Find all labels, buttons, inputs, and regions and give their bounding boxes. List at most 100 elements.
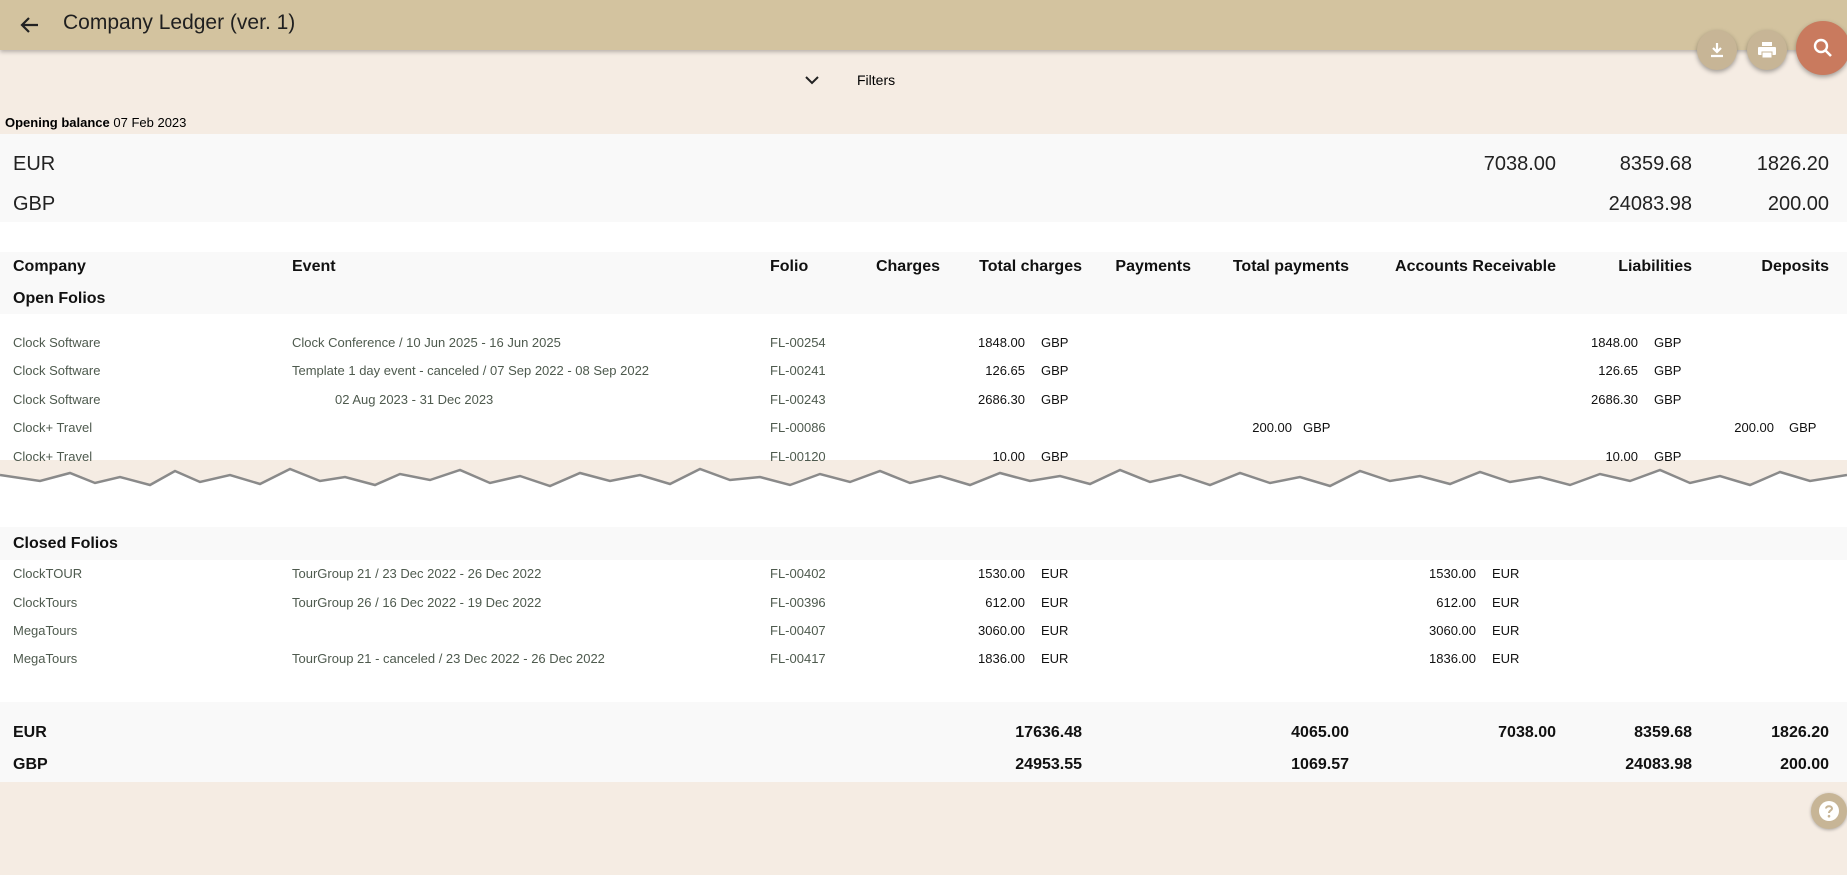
download-button[interactable] [1697, 30, 1737, 70]
row-ar: 1530.00 [1429, 566, 1476, 581]
open-folios-body [0, 314, 1847, 460]
row-currency: GBP [1789, 420, 1817, 435]
row-liabilities: 2686.30 [1591, 392, 1638, 407]
row-folio[interactable]: FL-00241 [770, 363, 826, 378]
row-event[interactable]: TourGroup 26 / 16 Dec 2022 - 19 Dec 2022 [292, 595, 541, 610]
row-event[interactable]: TourGroup 21 - canceled / 23 Dec 2022 - … [292, 651, 605, 666]
row-currency: GBP [1303, 420, 1331, 435]
arrow-left-icon [20, 17, 38, 33]
torn-edge-divider [0, 467, 1847, 535]
row-company[interactable]: ClockTours [13, 595, 77, 610]
totals-total-payments: 1069.57 [1291, 756, 1349, 773]
row-currency: EUR [1041, 595, 1069, 610]
print-button[interactable] [1747, 30, 1787, 70]
row-folio[interactable]: FL-00417 [770, 651, 826, 666]
totals-total-charges: 17636.48 [1015, 724, 1082, 741]
opening-balance: Opening balance 07 Feb 2023 [5, 115, 186, 130]
row-deposits: 200.00 [1734, 420, 1774, 435]
row-company[interactable]: MegaTours [13, 651, 77, 666]
row-liabilities: 1848.00 [1591, 335, 1638, 350]
summary-currency: EUR [13, 153, 56, 175]
row-ar: 612.00 [1436, 595, 1476, 610]
opening-balance-label: Opening balance [5, 115, 110, 130]
spacer [0, 222, 1847, 255]
closed-folios-body [0, 560, 1847, 702]
row-folio[interactable]: FL-00254 [770, 335, 826, 350]
totals-band [0, 702, 1847, 782]
row-total-charges: 126.65 [985, 363, 1025, 378]
totals-total-charges: 24953.55 [1015, 756, 1082, 773]
row-folio[interactable]: FL-00402 [770, 566, 826, 581]
row-event[interactable]: Clock Conference / 10 Jun 2025 - 16 Jun … [292, 335, 561, 350]
search-button[interactable] [1796, 21, 1847, 75]
row-currency: EUR [1492, 651, 1520, 666]
row-ar: 3060.00 [1429, 623, 1476, 638]
totals-liabilities: 8359.68 [1634, 724, 1692, 741]
row-currency: EUR [1492, 623, 1520, 638]
open-folios-title: Open Folios [13, 290, 106, 307]
totals-currency: EUR [13, 724, 47, 741]
row-company[interactable]: Clock Software [13, 392, 100, 407]
help-button[interactable] [1811, 793, 1847, 829]
row-company[interactable]: Clock Software [13, 363, 100, 378]
row-currency: GBP [1041, 335, 1069, 350]
row-folio[interactable]: FL-00243 [770, 392, 826, 407]
summary-deposits: 1826.20 [1756, 153, 1829, 175]
row-event[interactable]: TourGroup 21 / 23 Dec 2022 - 26 Dec 2022 [292, 566, 541, 581]
row-folio[interactable]: FL-00396 [770, 595, 826, 610]
row-company[interactable]: MegaTours [13, 623, 77, 638]
row-currency: GBP [1041, 363, 1069, 378]
back-button[interactable] [16, 12, 44, 38]
row-currency: EUR [1492, 566, 1520, 581]
row-total-charges: 612.00 [985, 595, 1025, 610]
row-folio[interactable]: FL-00086 [770, 420, 826, 435]
totals-deposits: 200.00 [1780, 756, 1829, 773]
row-company[interactable]: ClockTOUR [13, 566, 82, 581]
row-currency: EUR [1041, 566, 1069, 581]
row-event[interactable]: 02 Aug 2023 - 31 Dec 2023 [335, 392, 493, 407]
row-folio[interactable]: FL-00407 [770, 623, 826, 638]
summary-liabilities: 24083.98 [1608, 193, 1692, 215]
row-currency: GBP [1654, 363, 1682, 378]
row-company[interactable]: Clock Software [13, 335, 100, 350]
row-total-charges: 1848.00 [978, 335, 1025, 350]
totals-total-payments: 4065.00 [1291, 724, 1349, 741]
col-total-charges[interactable]: Total charges [979, 258, 1082, 276]
col-folio[interactable]: Folio [770, 258, 808, 276]
row-total-payments: 200.00 [1252, 420, 1292, 435]
row-ar: 1836.00 [1429, 651, 1476, 666]
row-currency: GBP [1041, 392, 1069, 407]
row-event[interactable]: Template 1 day event - canceled / 07 Sep… [292, 363, 649, 378]
col-charges[interactable]: Charges [876, 258, 940, 276]
opening-balance-date: 07 Feb 2023 [113, 115, 187, 130]
print-icon [1758, 42, 1776, 59]
download-icon [1711, 43, 1723, 58]
search-icon [1813, 38, 1832, 57]
col-liabilities[interactable]: Liabilities [1618, 258, 1692, 276]
row-currency: EUR [1041, 651, 1069, 666]
totals-deposits: 1826.20 [1771, 724, 1829, 741]
row-total-charges: 1530.00 [978, 566, 1025, 581]
row-liabilities: 126.65 [1598, 363, 1638, 378]
summary-liabilities: 8359.68 [1619, 153, 1692, 175]
row-currency: GBP [1654, 335, 1682, 350]
page-title: Company Ledger (ver. 1) [63, 11, 296, 34]
opening-summary [0, 134, 1847, 222]
col-company[interactable]: Company [13, 258, 86, 276]
row-currency: EUR [1492, 595, 1520, 610]
summary-deposits: 200.00 [1767, 193, 1829, 215]
totals-currency: GBP [13, 756, 48, 773]
summary-ar: 7038.00 [1483, 153, 1556, 175]
col-payments[interactable]: Payments [1115, 258, 1191, 276]
row-currency: EUR [1041, 623, 1069, 638]
col-event[interactable]: Event [292, 258, 336, 276]
row-total-charges: 1836.00 [978, 651, 1025, 666]
col-total-payments[interactable]: Total payments [1233, 258, 1349, 276]
closed-folios-header [0, 527, 1847, 560]
row-company[interactable]: Clock+ Travel [13, 420, 92, 435]
summary-currency: GBP [13, 193, 56, 215]
closed-folios-title: Closed Folios [13, 535, 118, 552]
col-deposits[interactable]: Deposits [1761, 258, 1829, 276]
row-total-charges: 3060.00 [978, 623, 1025, 638]
col-accounts-receivable[interactable]: Accounts Receivable [1395, 258, 1556, 276]
